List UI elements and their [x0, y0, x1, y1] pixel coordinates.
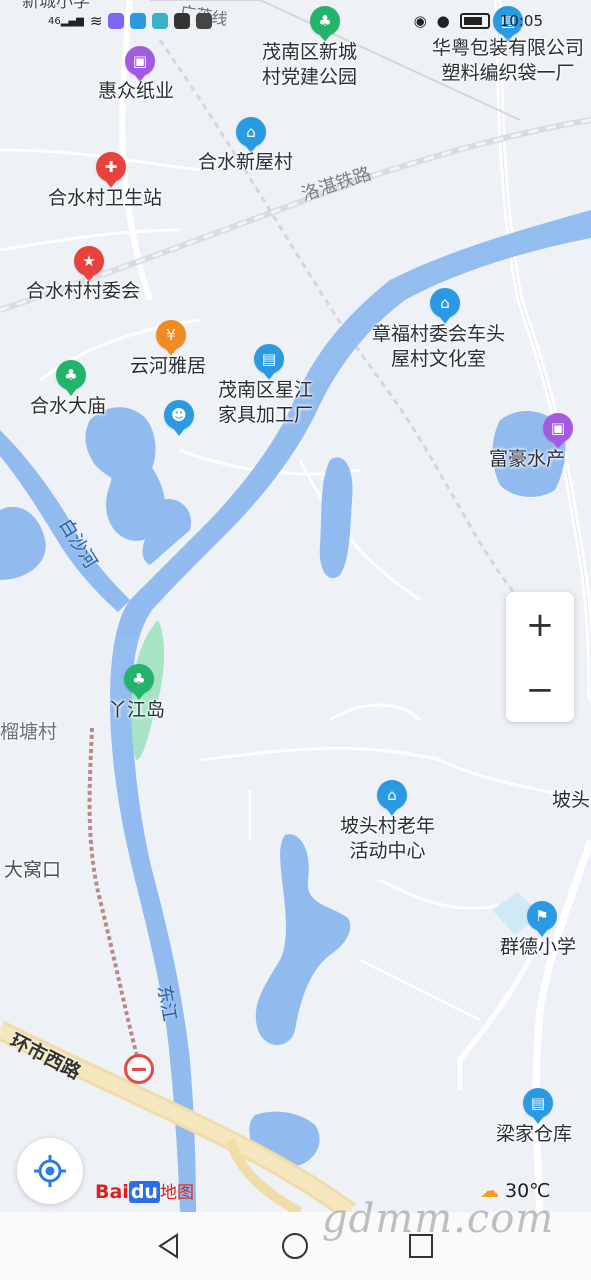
wifi-icon: ≋ [89, 12, 103, 30]
poi-label[interactable]: 茂南区星江 家具加工厂 [218, 378, 313, 428]
poi-label[interactable]: 惠众纸业 [98, 79, 174, 104]
poi-label[interactable]: 章福村委会车头 屋村文化室 [372, 322, 505, 372]
battery-icon [459, 13, 490, 29]
shop-bag-icon[interactable]: ▣ [543, 413, 573, 449]
poi-text: 茂南区星江 家具加工厂 [218, 379, 314, 426]
crosshair-icon [34, 1155, 66, 1187]
back-button[interactable] [155, 1232, 183, 1260]
restroom-icon[interactable]: ☻ [164, 400, 194, 436]
no-entry-icon [124, 1054, 154, 1084]
poi-label[interactable]: 群德小学 [500, 935, 576, 960]
cloud-app-icon [130, 13, 147, 29]
map-app: 洛湛铁路 广茂线 环市西路 白沙河 东江 榴塘村 大窝口 新城小学 ♣ 茂南区新… [0, 0, 591, 1280]
poi-label[interactable]: 茂南区新城 村党建公园 [262, 40, 357, 90]
poi-text: 华粤包装有限公司 塑料编织袋一厂 [432, 37, 585, 84]
app-icon [152, 13, 169, 29]
map-canvas[interactable]: 洛湛铁路 广茂线 环市西路 白沙河 东江 榴塘村 大窝口 新城小学 ♣ 茂南区新… [0, 0, 591, 1212]
place-label-liutang: 榴塘村 [0, 721, 58, 743]
warehouse-icon[interactable]: ▤ [523, 1088, 553, 1124]
music-app-icon [108, 13, 125, 29]
eye-icon: ◉ [413, 12, 427, 30]
culture-icon[interactable]: ⌂ [430, 288, 460, 324]
poi-label[interactable]: 合水大庙 [30, 394, 106, 419]
zoom-out-button[interactable]: − [506, 657, 574, 722]
locate-button[interactable] [17, 1138, 83, 1204]
status-bar: 46▂▄▆ ≋ ◉ ● 10:05 [0, 8, 591, 36]
poi-label[interactable]: 合水村村委会 [26, 279, 140, 304]
signal-icon: 46▂▄▆ [48, 15, 84, 27]
park-icon[interactable]: ♣ [124, 664, 154, 700]
poi-text: 章福村委会车头 屋村文化室 [372, 323, 506, 370]
poi-label[interactable]: 富豪水产 [489, 447, 565, 472]
location-icon: ● [436, 12, 450, 30]
hand-app-icon [174, 13, 191, 29]
culture-icon[interactable]: ⌂ [377, 780, 407, 816]
zoom-in-button[interactable]: + [506, 592, 574, 657]
poi-text: 茂南区新城 村党建公园 [262, 41, 358, 88]
shop-bag-icon[interactable]: ▣ [125, 46, 155, 82]
map-base-layer [0, 0, 591, 1212]
restaurant-icon[interactable]: ¥ [156, 320, 186, 356]
poi-label[interactable]: 合水新屋村 [198, 150, 293, 175]
poi-label[interactable]: 合水村卫生站 [48, 186, 162, 211]
poi-label[interactable]: 丫江岛 [108, 698, 165, 723]
poi-label[interactable]: 华粤包装有限公司 塑料编织袋一厂 [432, 36, 584, 86]
poi-label[interactable]: 云河雅居 [130, 354, 206, 379]
village-icon[interactable]: ⌂ [236, 117, 266, 153]
school-icon[interactable]: ⚑ [527, 901, 557, 937]
zoom-control: + − [506, 592, 574, 722]
poi-label[interactable]: 坡头村老年 活动中心 [340, 814, 435, 864]
poi-text: 坡头村老年 活动中心 [340, 815, 436, 862]
government-icon[interactable]: ★ [74, 246, 104, 282]
home-button[interactable] [281, 1232, 309, 1260]
poi-label[interactable]: 梁家仓库 [496, 1122, 572, 1147]
clinic-icon[interactable]: ✚ [96, 152, 126, 188]
app-icon [196, 13, 213, 29]
clock: 10:05 [499, 12, 543, 30]
temple-icon[interactable]: ♣ [56, 360, 86, 396]
watermark: gdmm.com [322, 1196, 555, 1242]
poi-label[interactable]: 坡头 [552, 788, 590, 813]
baidu-map-logo: Bai du 地图 [95, 1181, 194, 1203]
place-label-dawokou: 大窝口 [4, 859, 62, 881]
factory-icon[interactable]: ▤ [254, 344, 284, 380]
